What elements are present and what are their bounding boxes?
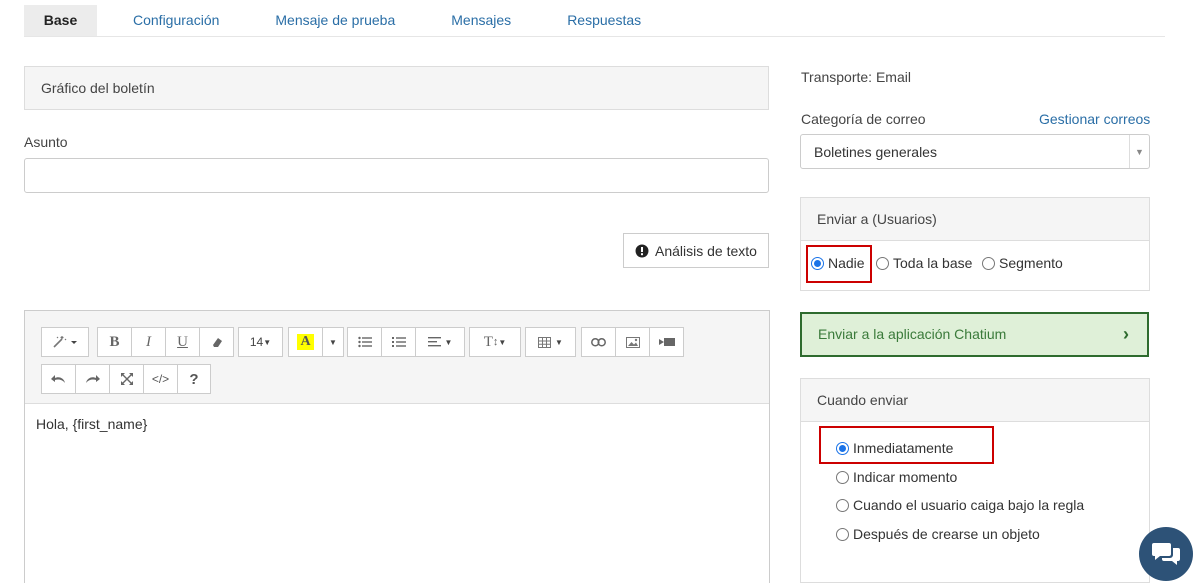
send-to-option-toda-la-base[interactable]: Toda la base: [876, 255, 972, 271]
send-to-title: Enviar a (Usuarios): [801, 198, 1149, 241]
send-to-option-nadie[interactable]: Nadie: [811, 255, 865, 271]
send-to-chatium-label: Enviar a la aplicación Chatium: [818, 326, 1007, 342]
editor-content[interactable]: Hola, {first_name}: [25, 404, 769, 444]
redo-icon[interactable]: [76, 365, 110, 393]
link-icon[interactable]: [582, 328, 616, 356]
chevron-down-icon: ▼: [1129, 135, 1149, 168]
fullscreen-icon[interactable]: [110, 365, 144, 393]
table-icon[interactable]: ▼: [526, 328, 575, 356]
video-icon[interactable]: [650, 328, 683, 356]
mail-category-value: Boletines generales: [814, 144, 937, 160]
tab-mensaje-de-prueba[interactable]: Mensaje de prueba: [255, 5, 415, 36]
tab-bar: Base Configuración Mensaje de prueba Men…: [24, 5, 1165, 37]
highlight-color-icon[interactable]: A: [289, 328, 323, 356]
italic-icon[interactable]: I: [132, 328, 166, 356]
bullet-list-icon[interactable]: [348, 328, 382, 356]
tab-configuracion[interactable]: Configuración: [113, 5, 239, 36]
text-analysis-label: Análisis de texto: [655, 242, 757, 259]
editor-toolbar: B I U 14 ▼ A ▼ ▼ T ↕ ▼ ▼ </> ?: [25, 311, 769, 404]
rich-text-editor: B I U 14 ▼ A ▼ ▼ T ↕ ▼ ▼ </> ? Hola, {fi…: [24, 310, 770, 583]
manage-mail-link[interactable]: Gestionar correos: [1039, 111, 1150, 127]
radio-icon[interactable]: [836, 527, 849, 541]
image-icon[interactable]: [616, 328, 650, 356]
chevron-down-icon[interactable]: ▼: [323, 328, 343, 356]
magic-wand-icon[interactable]: [42, 328, 88, 356]
tab-mensajes[interactable]: Mensajes: [431, 5, 531, 36]
chevron-right-icon: ›: [1123, 324, 1129, 344]
chat-widget-button[interactable]: [1139, 527, 1193, 581]
underline-icon[interactable]: U: [166, 328, 200, 356]
when-option-objeto[interactable]: Después de crearse un objeto: [836, 526, 1040, 542]
when-option-inmediatamente[interactable]: Inmediatamente: [836, 440, 953, 456]
text-analysis-button[interactable]: Análisis de texto: [623, 233, 769, 268]
mail-category-select[interactable]: Boletines generales ▼: [800, 134, 1150, 169]
undo-icon[interactable]: [42, 365, 76, 393]
radio-icon[interactable]: [836, 441, 849, 455]
eraser-icon[interactable]: [200, 328, 233, 356]
radio-icon[interactable]: [811, 256, 824, 270]
radio-icon[interactable]: [836, 498, 849, 512]
when-option-regla[interactable]: Cuando el usuario caiga bajo la regla: [836, 497, 1084, 513]
radio-icon[interactable]: [876, 256, 889, 270]
help-icon[interactable]: ?: [178, 365, 210, 393]
tab-respuestas[interactable]: Respuestas: [547, 5, 661, 36]
font-size-dropdown[interactable]: 14 ▼: [239, 328, 282, 356]
code-view-icon[interactable]: </>: [144, 365, 178, 393]
tab-base[interactable]: Base: [24, 5, 97, 36]
send-to-option-segmento[interactable]: Segmento: [982, 255, 1063, 271]
radio-icon[interactable]: [982, 256, 995, 270]
align-icon[interactable]: ▼: [416, 328, 464, 356]
subject-input[interactable]: [24, 158, 769, 193]
when-option-indicar-momento[interactable]: Indicar momento: [836, 469, 957, 485]
when-send-title: Cuando enviar: [801, 379, 1149, 422]
exclamation-circle-icon: [635, 244, 649, 257]
newsletter-graphic-panel[interactable]: Gráfico del boletín: [24, 66, 769, 110]
bold-icon[interactable]: B: [98, 328, 132, 356]
subject-label: Asunto: [24, 134, 68, 150]
numbered-list-icon[interactable]: [382, 328, 416, 356]
radio-icon[interactable]: [836, 470, 849, 484]
send-to-chatium-button[interactable]: Enviar a la aplicación Chatium ›: [800, 312, 1149, 357]
text-style-icon[interactable]: T ↕ ▼: [470, 328, 520, 356]
chat-bubbles-icon: [1152, 543, 1180, 565]
mail-category-label: Categoría de correo: [801, 111, 926, 127]
transport-label: Transporte: Email: [801, 69, 911, 85]
